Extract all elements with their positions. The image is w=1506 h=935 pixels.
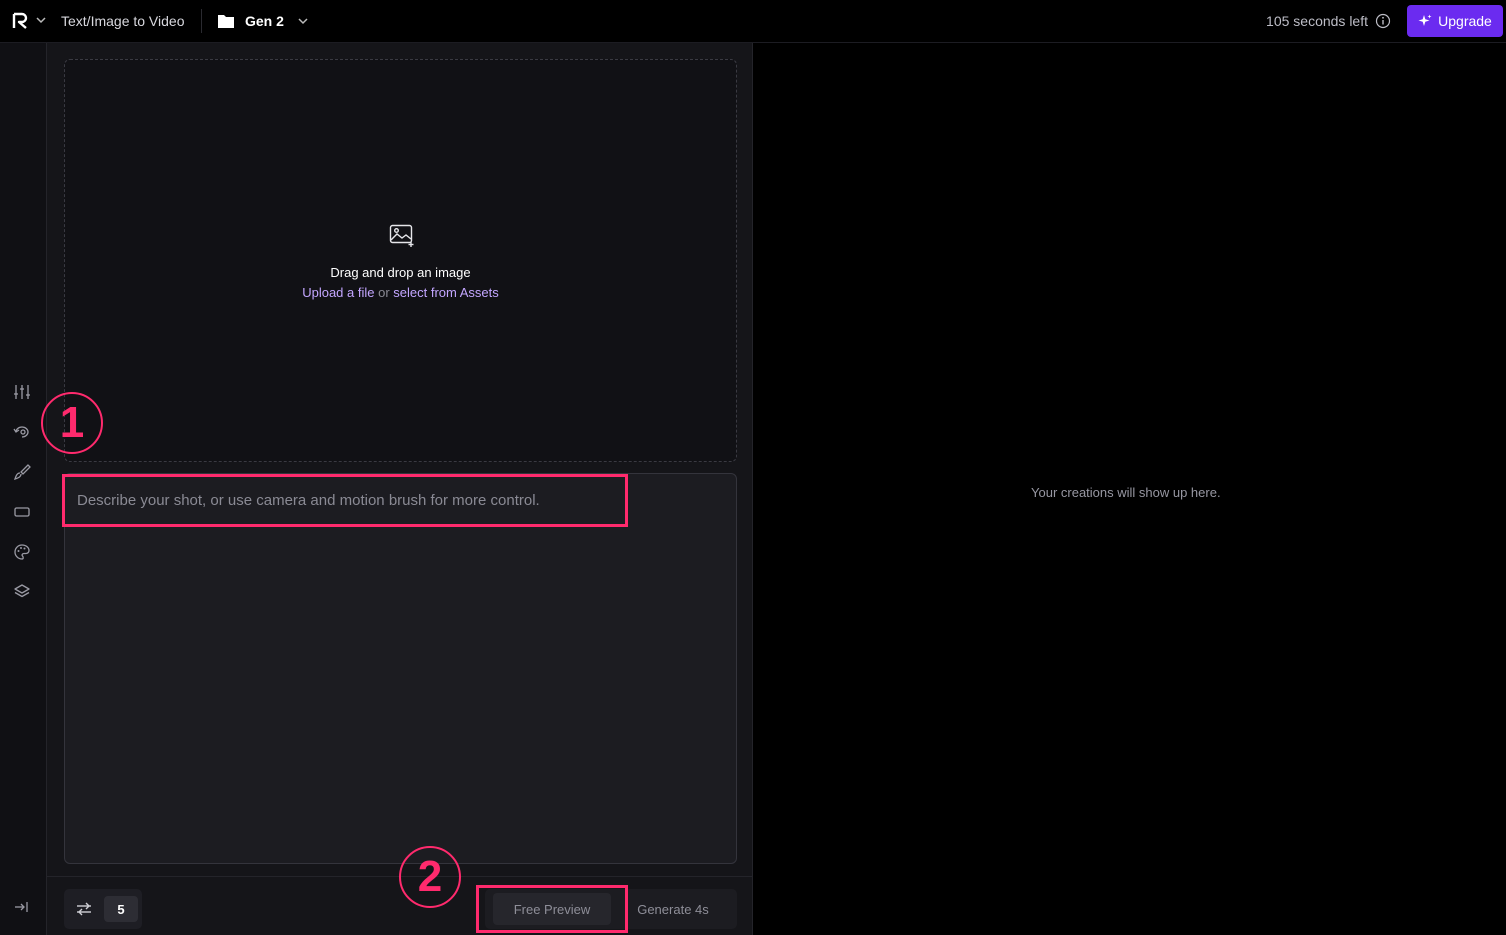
divider [201,9,202,33]
upgrade-button[interactable]: Upgrade [1407,5,1503,37]
annotation-step-badge: 2 [399,846,461,908]
empty-state-message: Your creations will show up here. [1031,485,1221,500]
dropzone-links: Upload a file or select from Assets [65,285,736,300]
settings-button[interactable]: 5 [64,889,142,929]
generate-button[interactable]: Generate 4s [615,893,731,925]
tool-rail [0,43,47,935]
settings-sliders-icon [77,902,91,916]
collapse-panel-icon[interactable] [13,898,31,916]
runway-logo-icon[interactable] [12,12,30,30]
or-text: or [378,285,390,300]
upload-file-link[interactable]: Upload a file [302,285,374,300]
chevron-down-icon[interactable] [35,14,47,26]
dropzone-title: Drag and drop an image [330,265,471,280]
aspect-ratio-icon[interactable] [13,503,31,521]
chevron-down-icon[interactable] [297,15,309,27]
image-dropzone[interactable]: Drag and drop an image Upload a file or … [64,59,737,462]
project-selector[interactable]: Gen 2 [245,13,284,29]
folder-icon [218,15,234,28]
annotation-step-badge: 1 [41,392,103,454]
brush-icon[interactable] [13,463,31,481]
upgrade-label: Upgrade [1438,13,1492,29]
annotation-highlight-prompt [62,474,628,527]
seed-count[interactable]: 5 [104,896,138,922]
sliders-icon[interactable] [13,383,31,401]
info-icon[interactable] [1375,13,1391,29]
sparkle-icon [1418,14,1432,26]
annotation-highlight-preview [476,885,628,933]
top-bar: Text/Image to Video Gen 2 105 seconds le… [0,0,1506,43]
camera-motion-icon[interactable] [13,423,31,441]
credits-remaining: 105 seconds left [1266,13,1368,29]
layers-icon[interactable] [13,582,31,600]
mode-label[interactable]: Text/Image to Video [61,13,184,29]
image-upload-icon [389,224,414,247]
select-assets-link[interactable]: select from Assets [393,285,498,300]
prompt-box[interactable] [64,473,737,864]
palette-icon[interactable] [13,543,31,561]
